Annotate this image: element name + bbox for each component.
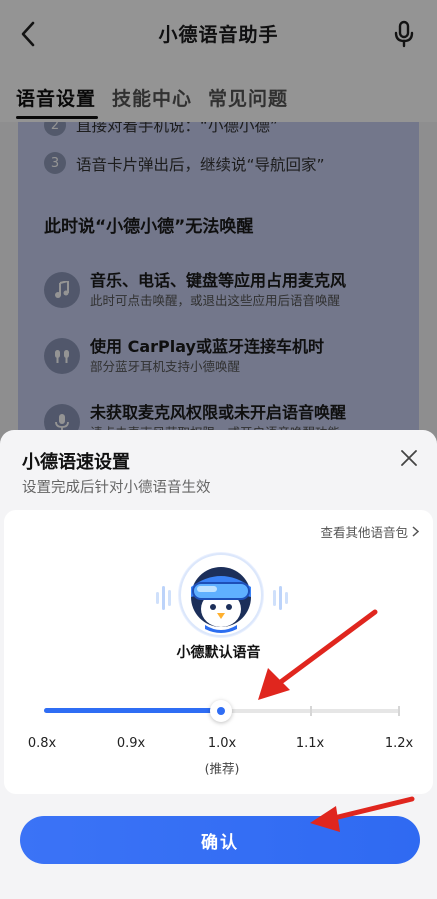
speed-option-0-8x[interactable]: 0.8x [17, 736, 67, 751]
voice-name: 小德默认语音 [176, 645, 261, 661]
voice-card: 查看其他语音包 小德默认语音 0.8x 0.9x 1.0x 1.1x 1.2x … [4, 510, 433, 794]
speed-settings-sheet: 小德语速设置 设置完成后针对小德语音生效 查看其他语音包 小德默认语音 0.8x… [0, 430, 437, 899]
speed-option-1-0x[interactable]: 1.0x [197, 736, 247, 751]
slider-fill [44, 708, 220, 713]
slider-thumb[interactable] [210, 700, 232, 722]
slider-thumb-dot [217, 707, 225, 715]
slider-tick [398, 706, 400, 716]
slider-tick [310, 706, 312, 716]
speed-option-1-1x[interactable]: 1.1x [285, 736, 335, 751]
close-icon [401, 450, 417, 466]
voice-avatar[interactable] [178, 552, 264, 638]
sheet-subtitle: 设置完成后针对小德语音生效 [22, 480, 211, 496]
speed-option-0-9x[interactable]: 0.9x [106, 736, 156, 751]
recommended-label: (推荐) [204, 761, 240, 776]
sound-wave-icon [273, 586, 288, 610]
sound-wave-icon [156, 586, 171, 610]
speed-option-1-2x[interactable]: 1.2x [374, 736, 424, 751]
other-voice-packs-label: 查看其他语音包 [320, 525, 408, 540]
chevron-right-icon [412, 526, 419, 537]
confirm-button[interactable]: 确认 [20, 816, 420, 864]
close-button[interactable] [397, 446, 421, 470]
sheet-title: 小德语速设置 [22, 452, 130, 473]
penguin-mascot-icon [179, 553, 263, 637]
other-voice-packs-link[interactable]: 查看其他语音包 [320, 522, 419, 541]
